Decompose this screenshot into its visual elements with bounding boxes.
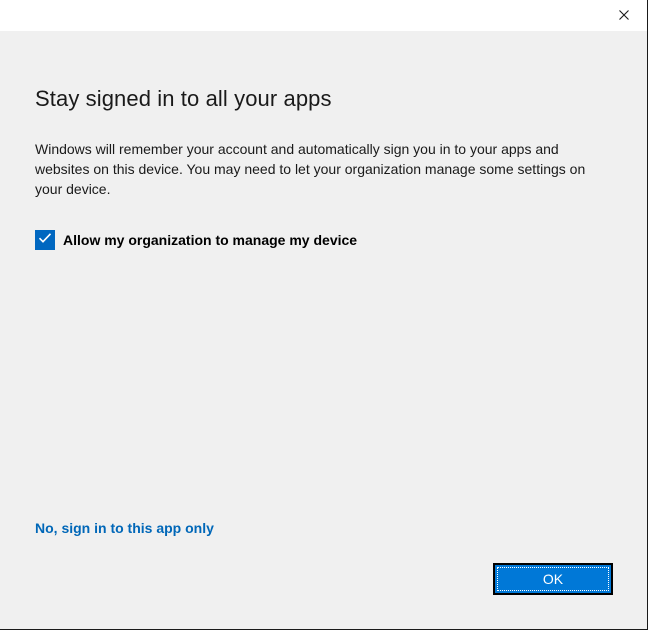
ok-button[interactable]: OK [493, 563, 613, 595]
checkmark-icon [38, 231, 52, 249]
page-title: Stay signed in to all your apps [35, 86, 332, 111]
close-button[interactable] [609, 3, 639, 29]
focus-ring [497, 567, 609, 591]
sign-in-app-only-link[interactable]: No, sign in to this app only [35, 520, 214, 536]
title-bar [0, 0, 647, 31]
close-icon [619, 7, 629, 25]
manage-device-checkbox-label: Allow my organization to manage my devic… [63, 232, 358, 248]
manage-device-checkbox[interactable] [35, 230, 55, 250]
dialog-window: Stay signed in to all your apps Windows … [0, 0, 648, 630]
manage-device-checkbox-row[interactable]: Allow my organization to manage my devic… [35, 230, 357, 250]
description-text: Windows will remember your account and a… [35, 141, 586, 197]
